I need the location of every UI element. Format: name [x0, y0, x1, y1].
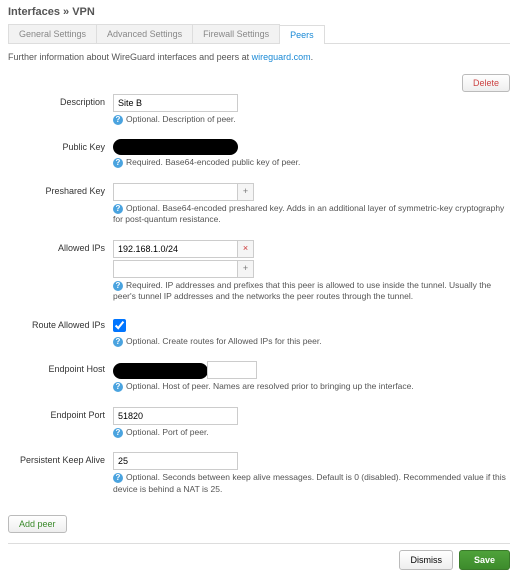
description-input[interactable] [113, 94, 238, 112]
route-allowed-checkbox[interactable] [113, 319, 126, 332]
public-key-redacted [113, 139, 238, 155]
keep-alive-input[interactable] [113, 452, 238, 470]
public-key-help: Required. Base64-encoded public key of p… [126, 157, 300, 167]
keep-alive-help: Optional. Seconds between keep alive mes… [113, 472, 506, 493]
allowed-ips-label: Allowed IPs [8, 240, 113, 313]
remove-ip-button[interactable]: × [238, 240, 254, 258]
intro-suffix: . [311, 52, 314, 62]
preshared-key-label: Preshared Key [8, 183, 113, 236]
help-icon: ? [113, 115, 123, 125]
endpoint-port-help: Optional. Port of peer. [126, 427, 209, 437]
help-icon: ? [113, 428, 123, 438]
dismiss-button[interactable]: Dismiss [399, 550, 453, 570]
preshared-key-input[interactable] [113, 183, 238, 201]
endpoint-host-help: Optional. Host of peer. Names are resolv… [126, 381, 414, 391]
tab-peers[interactable]: Peers [279, 25, 325, 44]
endpoint-port-input[interactable] [113, 407, 238, 425]
allowed-ip-input-2[interactable] [113, 260, 238, 278]
add-ip-button[interactable]: + [238, 260, 254, 278]
preshared-key-help: Optional. Base64-encoded preshared key. … [113, 203, 504, 224]
tab-firewall[interactable]: Firewall Settings [192, 24, 280, 43]
endpoint-host-redacted [113, 363, 208, 379]
allowed-ips-help: Required. IP addresses and prefixes that… [113, 280, 491, 301]
help-icon: ? [113, 158, 123, 168]
help-icon: ? [113, 337, 123, 347]
tab-general[interactable]: General Settings [8, 24, 97, 43]
add-peer-button[interactable]: Add peer [8, 515, 67, 533]
description-label: Description [8, 94, 113, 135]
intro-text: Further information about WireGuard inte… [8, 52, 510, 62]
help-icon: ? [113, 382, 123, 392]
help-icon: ? [113, 204, 123, 214]
delete-button[interactable]: Delete [462, 74, 510, 92]
description-help: Optional. Description of peer. [126, 114, 236, 124]
route-allowed-help: Optional. Create routes for Allowed IPs … [126, 336, 322, 346]
tab-advanced[interactable]: Advanced Settings [96, 24, 193, 43]
endpoint-host-input[interactable] [207, 361, 257, 379]
help-icon: ? [113, 281, 123, 291]
bottom-bar: Dismiss Save [8, 543, 510, 570]
help-icon: ? [113, 473, 123, 483]
route-allowed-label: Route Allowed IPs [8, 317, 113, 357]
allowed-ip-input-1[interactable] [113, 240, 238, 258]
wireguard-link[interactable]: wireguard.com [252, 52, 311, 62]
endpoint-host-label: Endpoint Host [8, 361, 113, 402]
public-key-label: Public Key [8, 139, 113, 178]
breadcrumb: Interfaces » VPN [8, 6, 510, 18]
keep-alive-label: Persistent Keep Alive [8, 452, 113, 505]
endpoint-port-label: Endpoint Port [8, 407, 113, 448]
save-button[interactable]: Save [459, 550, 510, 570]
intro-prefix: Further information about WireGuard inte… [8, 52, 252, 62]
tab-bar: General Settings Advanced Settings Firew… [8, 24, 510, 44]
add-preshared-button[interactable]: + [238, 183, 254, 201]
